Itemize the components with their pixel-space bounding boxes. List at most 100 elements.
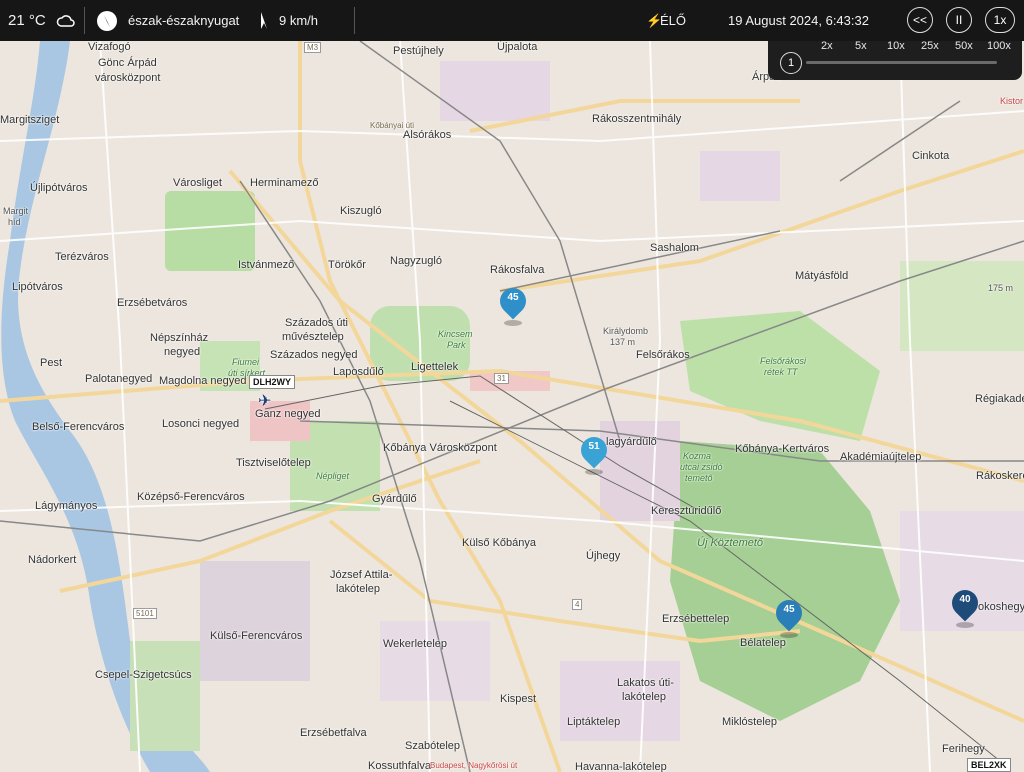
map-label: Kőbányai úti: [370, 121, 415, 130]
map-label: Népliget: [316, 471, 350, 481]
map-label: Új Köztemető: [697, 537, 764, 549]
map-label: Újhegy: [586, 550, 621, 562]
map-label: Miklóstelep: [722, 716, 778, 728]
flight-label[interactable]: DLH2WY: [249, 375, 295, 389]
map-label: 137 m: [610, 337, 636, 347]
map-base-layer: [0, 41, 1024, 772]
map-label: Nádorkert: [28, 554, 77, 566]
temperature: 21 °C: [8, 12, 46, 29]
speed-option-50x[interactable]: 50x: [955, 40, 973, 52]
map-label: Pestújhely: [393, 45, 444, 57]
map-label: utcai zsidó: [680, 462, 723, 472]
wind-arrow-icon: [258, 0, 270, 41]
map-label: Erzsébettelep: [662, 613, 730, 625]
speed-slider-track[interactable]: [806, 61, 997, 64]
map-label: Herminamező: [250, 177, 319, 189]
speed-slider-knob[interactable]: 1: [780, 52, 802, 74]
map-label: Kőbánya-Kertváros: [735, 443, 830, 455]
rewind-button[interactable]: <<: [907, 7, 933, 33]
wind-direction-icon: [96, 0, 118, 41]
airplane-icon[interactable]: ✈: [258, 391, 271, 411]
map-label: Újlipótváros: [30, 182, 88, 194]
map-label: Mátyásföld: [795, 270, 849, 282]
map-label: Gyárdűlő: [372, 493, 417, 505]
map-label: Középső-Ferencváros: [137, 491, 245, 503]
live-label[interactable]: ÉLŐ: [660, 0, 686, 41]
map-label: Akadémiaújtelep: [840, 451, 922, 463]
map-label: temető: [685, 473, 713, 483]
map-label: Palotanegyed: [85, 373, 153, 385]
map-label: Kistor: [1000, 96, 1024, 106]
road-number: 31: [494, 373, 509, 384]
map-label: Újpalota: [497, 41, 538, 53]
map-label: okoshegy: [978, 601, 1024, 613]
playback-rate-button[interactable]: 1x: [985, 7, 1015, 33]
map-label: Havanna-lakótelep: [575, 761, 667, 772]
road-number: M3: [304, 42, 322, 53]
road-number: 4: [572, 599, 583, 610]
map-label: Fiumei: [232, 357, 260, 367]
speed-option-100x[interactable]: 100x: [987, 40, 1011, 52]
map-canvas[interactable]: Vizafogó Gönc Árpád városközpont Margits…: [0, 41, 1024, 772]
map-label: Budapest, Nagykőrösi út: [430, 761, 518, 770]
map-label: Erzsébetfalva: [300, 727, 367, 739]
station-marker[interactable]: 45: [770, 594, 808, 640]
map-label: Liptáktelep: [567, 716, 621, 728]
map-label: Tisztviselőtelep: [236, 457, 311, 469]
map-label: 175 m: [988, 283, 1014, 293]
map-label: művésztelep: [282, 331, 344, 343]
map-label: Rákosfalva: [490, 264, 545, 276]
map-label: Szabótelep: [405, 740, 461, 752]
map-label: Külső Kőbánya: [462, 537, 536, 549]
map-label: József Attila-: [330, 569, 393, 581]
map-label: Kőbánya Városközpont: [383, 442, 497, 454]
map-label: Erzsébetváros: [117, 297, 188, 309]
map-label: Régiakadé: [975, 393, 1024, 405]
map-label: Külső-Ferencváros: [210, 630, 303, 642]
wind-direction: észak-északnyugat: [128, 13, 240, 28]
map-label: Kispest: [500, 693, 537, 705]
map-label: Törökőr: [328, 259, 366, 271]
map-label: Nagyzugló: [390, 255, 442, 267]
flight-label[interactable]: BEL2XK: [967, 758, 1011, 772]
partly-cloudy-icon: [56, 0, 76, 41]
csepel-green: [130, 641, 200, 751]
map-label: városközpont: [95, 72, 161, 84]
top-bar: 21 °C észak-északnyugat 9 km/h ⚡ ÉLŐ 19 …: [0, 0, 1024, 41]
speed-option-10x[interactable]: 10x: [887, 40, 905, 52]
map-label: Sashalom: [650, 242, 699, 254]
speed-option-25x[interactable]: 25x: [921, 40, 939, 52]
station-marker[interactable]: 51: [575, 431, 613, 477]
map-label: Belső-Ferencváros: [32, 421, 125, 433]
map-label: Laposdűlő: [333, 366, 384, 378]
map-label: Wekerletelep: [383, 638, 447, 650]
map-label: negyed: [164, 346, 201, 358]
map-label: lakótelep: [336, 583, 381, 595]
map-label: Alsórákos: [403, 129, 452, 141]
map-label: Istvánmező: [238, 259, 295, 271]
map-label: Lakatos úti-: [617, 677, 674, 689]
map-label: Keresztúridűlő: [651, 505, 722, 517]
map-label: Park: [447, 340, 466, 350]
map-label: híd: [8, 217, 21, 227]
map-label: Népszínház: [150, 332, 209, 344]
map-label: Gönc Árpád: [98, 57, 157, 69]
map-label: Kossuthfalva: [368, 760, 431, 772]
road-number: 5101: [133, 608, 157, 619]
map-label: Királydomb: [603, 326, 649, 336]
map-label: Rákosszentmihály: [592, 113, 682, 125]
map-label: rétek TT: [764, 367, 798, 377]
map-label: lagyárdűlő: [606, 436, 657, 448]
pause-button[interactable]: II: [946, 7, 972, 33]
wind-speed: 9 km/h: [279, 13, 319, 28]
speed-option-5x[interactable]: 5x: [855, 40, 867, 52]
speed-option-2x[interactable]: 2x: [821, 40, 833, 52]
map-label: Százados úti: [285, 317, 348, 329]
map-label: Cinkota: [912, 150, 950, 162]
map-label: Rákoskere: [976, 470, 1024, 482]
station-marker[interactable]: 40: [946, 584, 984, 630]
map-label: Ferihegy: [942, 743, 985, 755]
station-marker[interactable]: 45: [494, 282, 532, 328]
map-label: Margitsziget: [0, 114, 60, 126]
map-label-vizafogo: Vizafogó: [88, 41, 131, 53]
